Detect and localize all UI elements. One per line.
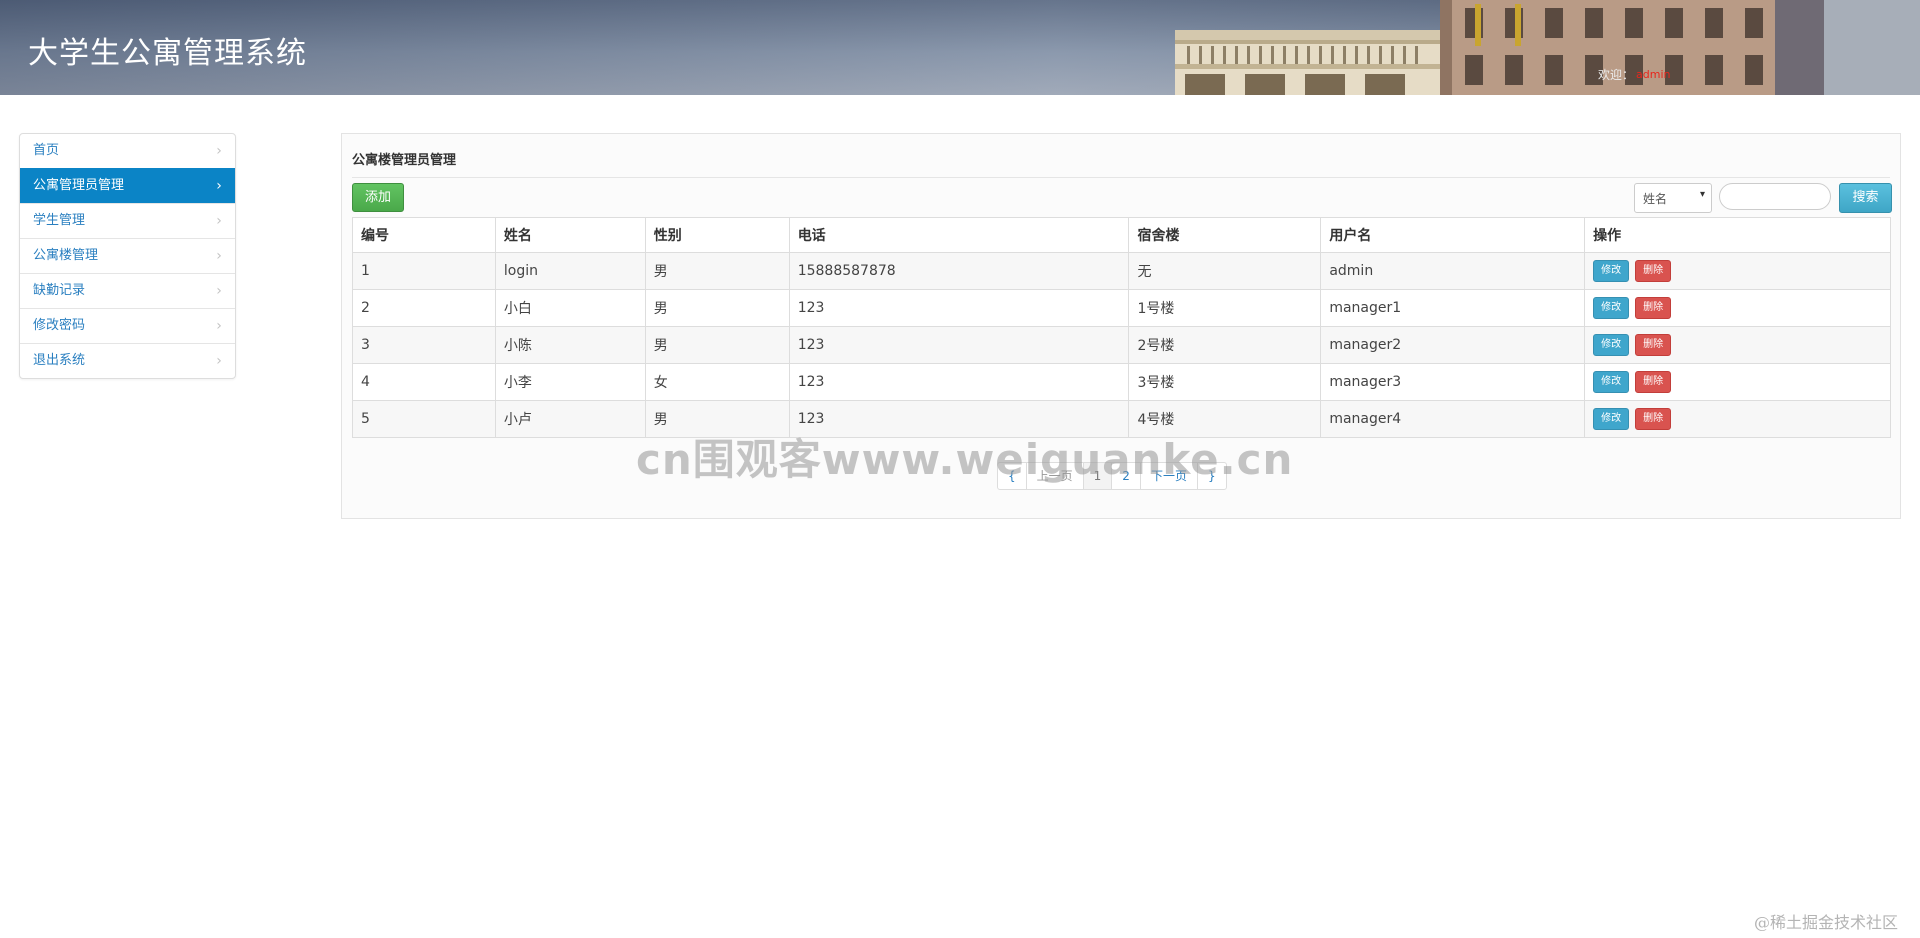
column-header: 宿舍楼 xyxy=(1128,217,1322,253)
delete-button[interactable]: 删除 xyxy=(1635,334,1672,356)
cell-phone: 15888587878 xyxy=(788,252,1130,290)
cell-actions: 修改 删除 xyxy=(1584,289,1891,327)
cell-building: 3号楼 xyxy=(1128,363,1322,401)
table-row: 1 login 男 15888587878 无 admin 修改 删除 xyxy=(352,252,1891,290)
add-button[interactable]: 添加 xyxy=(352,183,404,212)
column-header: 用户名 xyxy=(1320,217,1586,253)
page-header: 大学生公寓管理系统 欢迎： admin xyxy=(0,0,1920,95)
column-header: 性别 xyxy=(644,217,790,253)
chevron-right-icon: › xyxy=(216,213,222,229)
sidebar-item-buildings[interactable]: 公寓楼管理 › xyxy=(20,238,235,273)
cell-id: 1 xyxy=(352,252,496,290)
cell-name: 小白 xyxy=(494,289,646,327)
cell-username: manager3 xyxy=(1320,363,1586,401)
cell-actions: 修改 删除 xyxy=(1584,363,1891,401)
cell-phone: 123 xyxy=(788,363,1130,401)
sidebar-item-logout[interactable]: 退出系统 › xyxy=(20,343,235,378)
cell-id: 4 xyxy=(352,363,496,401)
cell-phone: 123 xyxy=(788,289,1130,327)
cell-username: manager1 xyxy=(1320,289,1586,327)
welcome-label: 欢迎： xyxy=(1598,68,1635,82)
manager-table: 编号 姓名 性别 电话 宿舍楼 用户名 操作 1 login 男 1588858… xyxy=(352,217,1891,438)
delete-button[interactable]: 删除 xyxy=(1635,297,1672,319)
table-row: 4 小李 女 123 3号楼 manager3 修改 删除 xyxy=(352,363,1891,401)
cell-id: 3 xyxy=(352,326,496,364)
watermark-corner: @稀土掘金技术社区 xyxy=(1754,913,1899,932)
delete-button[interactable]: 删除 xyxy=(1635,371,1672,393)
cell-id: 2 xyxy=(352,289,496,327)
edit-button[interactable]: 修改 xyxy=(1593,408,1630,430)
sidebar-item-home[interactable]: 首页 › xyxy=(20,134,235,168)
column-header: 操作 xyxy=(1584,217,1891,253)
sidebar-nav: 首页 › 公寓管理员管理 › 学生管理 › 公寓楼管理 › 缺勤记录 › 修改密… xyxy=(19,133,236,379)
panel-divider xyxy=(352,177,1890,178)
column-header: 姓名 xyxy=(494,217,646,253)
search-input[interactable] xyxy=(1719,183,1831,210)
chevron-right-icon: › xyxy=(216,143,222,159)
current-user-name: admin xyxy=(1636,68,1671,81)
cell-building: 1号楼 xyxy=(1128,289,1322,327)
cell-actions: 修改 删除 xyxy=(1584,400,1891,438)
sidebar-item-label: 缺勤记录 xyxy=(33,283,86,298)
sidebar-item-label: 退出系统 xyxy=(33,353,86,368)
sidebar-item-label: 学生管理 xyxy=(33,213,86,228)
cell-username: admin xyxy=(1320,252,1586,290)
sidebar-item-students[interactable]: 学生管理 › xyxy=(20,203,235,238)
cell-name: login xyxy=(494,252,646,290)
cell-gender: 男 xyxy=(644,326,790,364)
table-row: 3 小陈 男 123 2号楼 manager2 修改 删除 xyxy=(352,326,1891,364)
edit-button[interactable]: 修改 xyxy=(1593,334,1630,356)
chevron-right-icon: › xyxy=(216,178,222,194)
cell-building: 无 xyxy=(1128,252,1322,290)
cell-building: 2号楼 xyxy=(1128,326,1322,364)
cell-phone: 123 xyxy=(788,326,1130,364)
cell-username: manager2 xyxy=(1320,326,1586,364)
page-title: 公寓楼管理员管理 xyxy=(352,153,457,168)
header-building-image xyxy=(1175,0,1825,95)
cell-id: 5 xyxy=(352,400,496,438)
edit-button[interactable]: 修改 xyxy=(1593,260,1630,282)
cell-gender: 男 xyxy=(644,252,790,290)
app-title: 大学生公寓管理系统 xyxy=(28,37,307,70)
delete-button[interactable]: 删除 xyxy=(1635,260,1672,282)
cell-actions: 修改 删除 xyxy=(1584,326,1891,364)
cell-gender: 女 xyxy=(644,363,790,401)
cell-name: 小陈 xyxy=(494,326,646,364)
cell-gender: 男 xyxy=(644,289,790,327)
chevron-right-icon: › xyxy=(216,318,222,334)
edit-button[interactable]: 修改 xyxy=(1593,297,1630,319)
column-header: 编号 xyxy=(352,217,496,253)
sidebar-item-apartment-manager[interactable]: 公寓管理员管理 › xyxy=(20,168,235,203)
cell-name: 小李 xyxy=(494,363,646,401)
header-right-edge xyxy=(1824,0,1920,95)
chevron-down-icon: ▾ xyxy=(1699,189,1705,200)
cell-name: 小卢 xyxy=(494,400,646,438)
chevron-right-icon: › xyxy=(216,353,222,369)
chevron-right-icon: › xyxy=(216,283,222,299)
table-header-row: 编号 姓名 性别 电话 宿舍楼 用户名 操作 xyxy=(352,217,1891,253)
watermark-center: cn围观客www.weiguanke.cn xyxy=(636,435,1294,484)
search-field-select[interactable]: 姓名 ▾ xyxy=(1634,183,1712,213)
sidebar-item-change-password[interactable]: 修改密码 › xyxy=(20,308,235,343)
sidebar-item-label: 公寓管理员管理 xyxy=(33,178,125,193)
cell-actions: 修改 删除 xyxy=(1584,252,1891,290)
delete-button[interactable]: 删除 xyxy=(1635,408,1672,430)
sidebar-item-label: 首页 xyxy=(33,143,60,158)
cell-username: manager4 xyxy=(1320,400,1586,438)
search-button[interactable]: 搜索 xyxy=(1839,183,1892,213)
table-row: 2 小白 男 123 1号楼 manager1 修改 删除 xyxy=(352,289,1891,327)
edit-button[interactable]: 修改 xyxy=(1593,371,1630,393)
chevron-right-icon: › xyxy=(216,248,222,264)
search-field-value: 姓名 xyxy=(1643,192,1668,206)
sidebar-item-label: 修改密码 xyxy=(33,318,86,333)
sidebar-item-label: 公寓楼管理 xyxy=(33,248,99,263)
sidebar-item-absence-records[interactable]: 缺勤记录 › xyxy=(20,273,235,308)
column-header: 电话 xyxy=(788,217,1130,253)
